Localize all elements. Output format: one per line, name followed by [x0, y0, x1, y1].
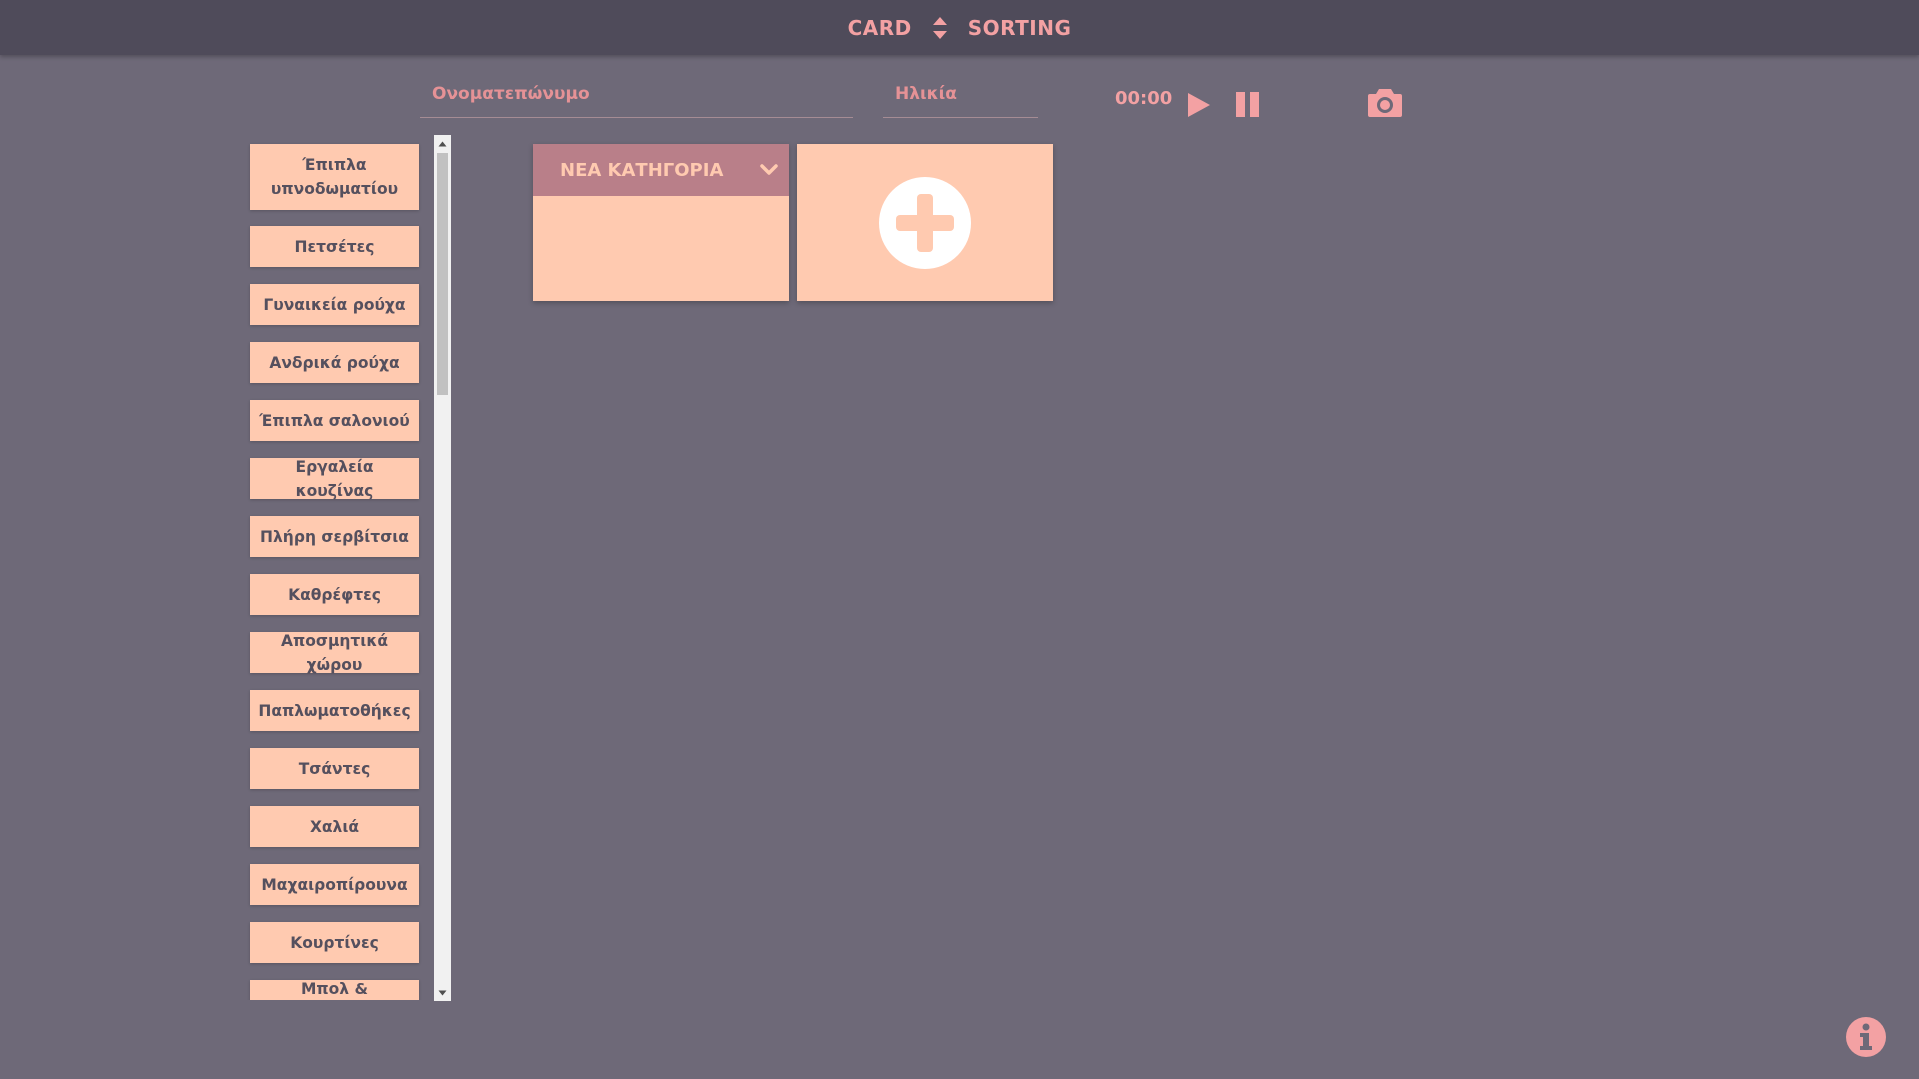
camera-icon[interactable]	[1367, 88, 1403, 118]
chevron-down-icon[interactable]	[759, 163, 779, 177]
card-item[interactable]: Ανδρικά ρούχα	[250, 342, 419, 383]
info-icon[interactable]	[1845, 1016, 1887, 1058]
sort-updown-icon	[932, 16, 947, 39]
category-drop-zone[interactable]	[533, 196, 789, 301]
app-title-card: CARD	[847, 15, 912, 40]
add-category-button[interactable]	[797, 144, 1053, 301]
app-title-sorting: SORTING	[967, 15, 1072, 40]
card-item[interactable]: Πλήρη σερβίτσια	[250, 516, 419, 557]
scroll-thumb[interactable]	[437, 153, 448, 395]
name-input[interactable]	[420, 76, 853, 112]
card-list-scrollbar[interactable]	[434, 135, 451, 1001]
category-box[interactable]: ΝΕΑ ΚΑΤΗΓΟΡΙΑ	[533, 144, 789, 301]
card-item[interactable]: Μπολ & κελυφάκια	[250, 980, 419, 1000]
card-item[interactable]: Αποσμητικά χώρου	[250, 632, 419, 674]
age-input[interactable]	[883, 76, 1038, 112]
card-item[interactable]: Έπιπλα υπνοδωματίου	[250, 144, 419, 210]
card-item[interactable]: Μαχαιροπίρουνα	[250, 864, 419, 905]
pause-icon[interactable]	[1235, 91, 1261, 118]
card-item[interactable]: Τσάντες	[250, 748, 419, 789]
card-item[interactable]: Χαλιά	[250, 806, 419, 847]
top-bar: CARD SORTING	[0, 0, 1919, 55]
card-item[interactable]: Πετσέτες	[250, 226, 419, 267]
scroll-down-arrow-icon[interactable]	[434, 984, 451, 1001]
card-item[interactable]: Κουρτίνες	[250, 922, 419, 963]
category-header[interactable]: ΝΕΑ ΚΑΤΗΓΟΡΙΑ	[533, 144, 789, 196]
card-item[interactable]: Εργαλεία κουζίνας	[250, 458, 419, 500]
play-icon[interactable]	[1187, 92, 1211, 118]
name-field-wrapper	[420, 76, 853, 118]
plus-circle-icon	[879, 176, 971, 269]
timer-display: 00:00	[1115, 88, 1173, 109]
scroll-up-arrow-icon[interactable]	[434, 135, 451, 152]
card-item[interactable]: Καθρέφτες	[250, 574, 419, 615]
card-item[interactable]: Έπιπλα σαλονιού	[250, 400, 419, 441]
category-title[interactable]: ΝΕΑ ΚΑΤΗΓΟΡΙΑ	[560, 160, 723, 181]
age-field-wrapper	[883, 76, 1038, 118]
card-item[interactable]: Παπλωματοθήκες	[250, 690, 419, 731]
card-list[interactable]: Έπιπλα υπνοδωματίου Πετσέτες Γυναικεία ρ…	[245, 140, 425, 1000]
card-item[interactable]: Γυναικεία ρούχα	[250, 284, 419, 325]
